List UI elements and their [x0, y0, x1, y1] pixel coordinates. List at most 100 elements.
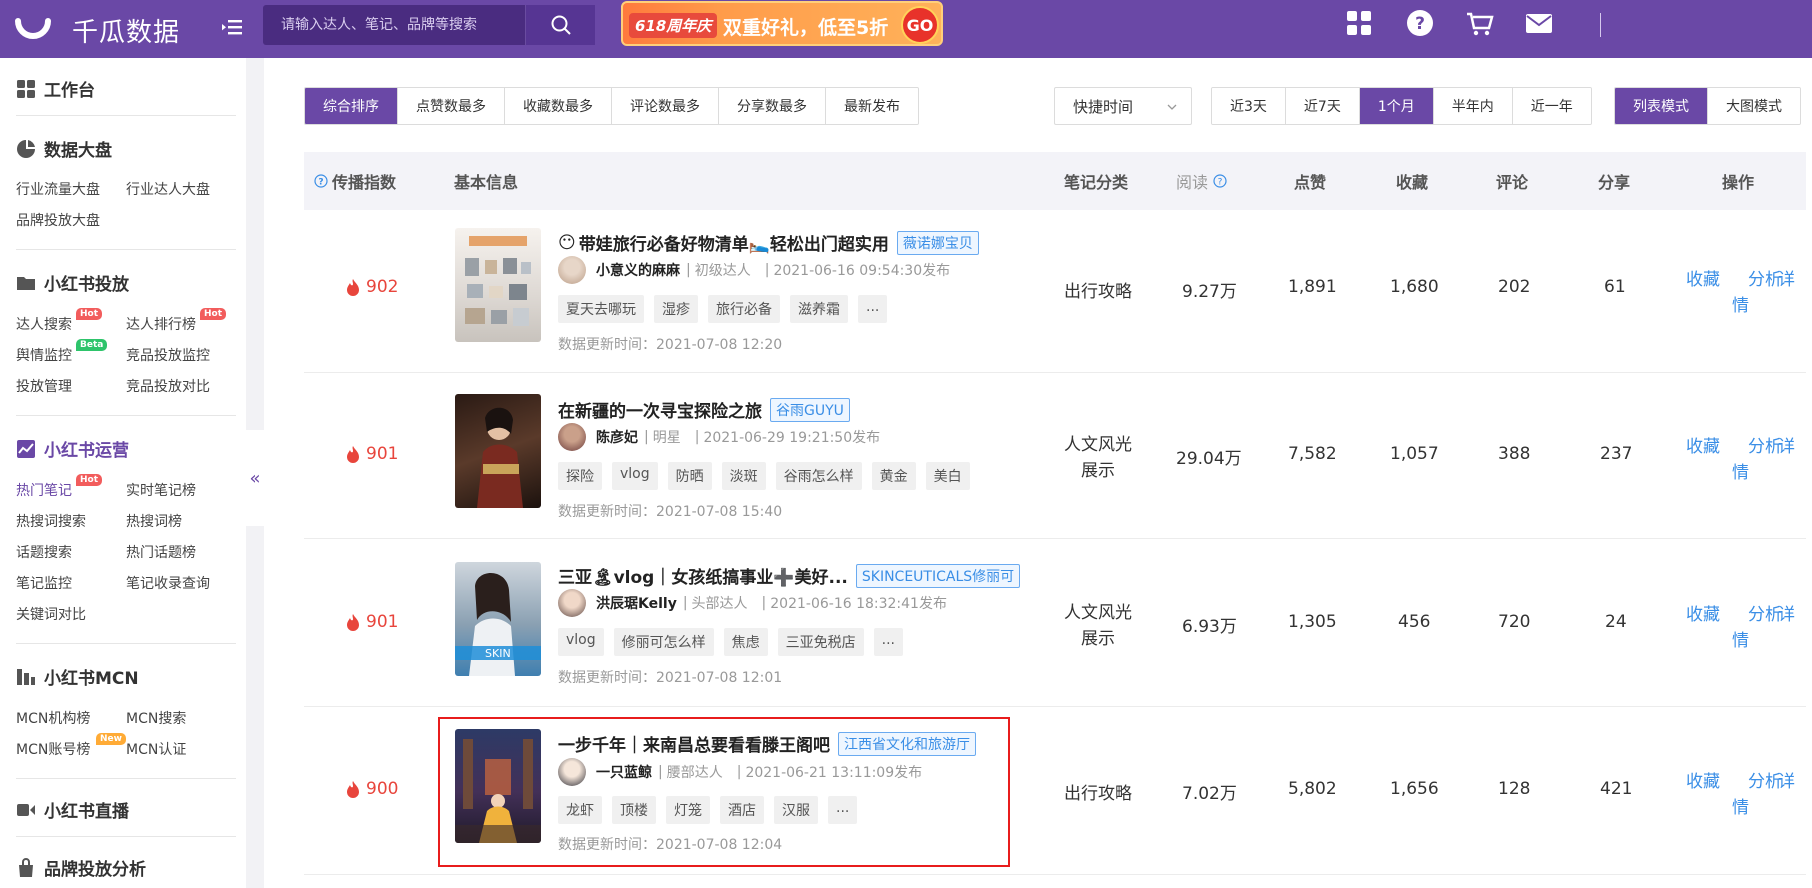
- detail-link[interactable]: 详: [1778, 600, 1795, 625]
- menu-toggle-icon[interactable]: [219, 14, 247, 42]
- sidebar-item-mcn-verify[interactable]: MCN认证: [126, 739, 186, 759]
- brand-tag[interactable]: SKINCEUTICALS修丽可: [855, 563, 1021, 588]
- sidebar-item-mcn-rank[interactable]: MCN机构榜: [16, 708, 90, 728]
- author-name[interactable]: 小意义的麻麻: [596, 260, 680, 280]
- sidebar-item-hot-search-rank[interactable]: 热搜词榜: [126, 511, 182, 531]
- sidebar-item-ad-manage[interactable]: 投放管理: [16, 376, 72, 396]
- brand-name[interactable]: 千瓜数据: [72, 12, 180, 49]
- tag[interactable]: 夏天去哪玩: [558, 295, 644, 323]
- detail-link-wrap[interactable]: 情: [1732, 793, 1749, 818]
- avatar[interactable]: [558, 256, 586, 284]
- note-title[interactable]: 在新疆的一次寻宝探险之旅 谷雨GUYU: [558, 397, 850, 422]
- note-thumbnail[interactable]: [455, 228, 541, 342]
- sidebar-collapse-button[interactable]: «: [246, 430, 264, 526]
- sidebar-item-keyword-compare[interactable]: 关键词对比: [16, 604, 86, 624]
- detail-link[interactable]: 详: [1778, 432, 1795, 457]
- note-title[interactable]: 三亚🏝vlog｜女孩纸搞事业➕美好... SKINCEUTICALS修丽可: [558, 563, 1021, 588]
- cart-icon[interactable]: [1465, 8, 1495, 38]
- sidebar-section-xhs-ops[interactable]: 小红书运营: [16, 436, 129, 461]
- favorite-link[interactable]: 收藏: [1686, 265, 1720, 290]
- detail-link-wrap[interactable]: 情: [1732, 458, 1749, 483]
- analyze-link[interactable]: 分析: [1748, 432, 1782, 457]
- sidebar-section-xhs-ads[interactable]: 小红书投放: [16, 270, 129, 295]
- mode-list[interactable]: 列表模式: [1615, 88, 1708, 124]
- tag[interactable]: 滋养霜: [790, 295, 848, 323]
- search-button[interactable]: [525, 5, 595, 45]
- promo-banner[interactable]: 618周年庆 双重好礼，低至5折 GO: [621, 1, 943, 46]
- tag[interactable]: 焦虑: [723, 628, 768, 656]
- favorite-link[interactable]: 收藏: [1686, 432, 1720, 457]
- sort-tab-likes[interactable]: 点赞数最多: [398, 88, 505, 124]
- sidebar-item-competitor-compare[interactable]: 竞品投放对比: [126, 376, 210, 396]
- sidebar-item-industry-traffic[interactable]: 行业流量大盘: [16, 179, 100, 199]
- tag[interactable]: 淡斑: [721, 462, 766, 490]
- detail-link[interactable]: 详: [1778, 265, 1795, 290]
- sidebar-section-xhs-live[interactable]: 小红书直播: [16, 797, 129, 822]
- logo-icon[interactable]: [14, 9, 52, 47]
- range-7days[interactable]: 近7天: [1285, 88, 1360, 124]
- tag[interactable]: 谷雨怎么样: [775, 462, 862, 490]
- sort-tab-comments[interactable]: 评论数最多: [612, 88, 719, 124]
- header-likes[interactable]: 点赞: [1294, 152, 1326, 210]
- tag[interactable]: 美白: [925, 462, 970, 490]
- sidebar-item-competitor-monitor[interactable]: 竞品投放监控: [126, 345, 210, 365]
- range-1month[interactable]: 1个月: [1359, 88, 1434, 124]
- tag[interactable]: vlog: [612, 462, 658, 490]
- header-spread-index[interactable]: ? 传播指数: [314, 152, 396, 210]
- search-input[interactable]: [263, 5, 523, 45]
- range-3days[interactable]: 近3天: [1212, 88, 1286, 124]
- help-circle-icon[interactable]: ?: [314, 174, 328, 188]
- range-1year[interactable]: 近一年: [1512, 88, 1591, 124]
- note-thumbnail[interactable]: SKIN: [455, 562, 541, 676]
- analyze-link[interactable]: 分析: [1748, 600, 1782, 625]
- note-thumbnail[interactable]: [455, 394, 541, 508]
- tag[interactable]: 修丽可怎么样: [613, 628, 714, 656]
- header-reads[interactable]: 阅读 ?: [1176, 152, 1227, 210]
- quick-time-select[interactable]: 快捷时间: [1054, 87, 1192, 125]
- sidebar-item-kol-search[interactable]: 达人搜索: [16, 314, 72, 334]
- author-name[interactable]: 洪辰琚Kelly: [596, 593, 677, 613]
- brand-tag[interactable]: 谷雨GUYU: [770, 397, 850, 422]
- sidebar-item-kol-rank[interactable]: 达人排行榜: [126, 314, 196, 334]
- tag[interactable]: 旅行必备: [708, 295, 780, 323]
- help-icon[interactable]: ?: [1405, 8, 1435, 38]
- detail-link-wrap[interactable]: 情: [1732, 626, 1749, 651]
- favorite-link[interactable]: 收藏: [1686, 767, 1720, 792]
- promo-go-button[interactable]: GO: [901, 6, 939, 44]
- apps-grid-icon[interactable]: [1344, 8, 1374, 38]
- sidebar-item-hot-search[interactable]: 热搜词搜索: [16, 511, 86, 531]
- note-title[interactable]: 😶 带娃旅行必备好物清单🛌轻松出门超实用 薇诺娜宝贝: [558, 230, 979, 255]
- tag-more[interactable]: ...: [873, 628, 903, 656]
- header-favs[interactable]: 收藏: [1396, 152, 1428, 210]
- sidebar-item-mcn-search[interactable]: MCN搜索: [126, 708, 186, 728]
- sidebar-item-hot-notes[interactable]: 热门笔记: [16, 480, 72, 500]
- header-comments[interactable]: 评论: [1496, 152, 1528, 210]
- sort-tab-default[interactable]: 综合排序: [305, 88, 398, 124]
- sidebar-section-xhs-mcn[interactable]: 小红书MCN: [16, 664, 139, 689]
- favorite-link[interactable]: 收藏: [1686, 600, 1720, 625]
- sidebar-item-mcn-accounts[interactable]: MCN账号榜: [16, 739, 90, 759]
- tag-more[interactable]: ...: [858, 295, 888, 323]
- sidebar-workbench[interactable]: 工作台: [16, 76, 95, 101]
- tag[interactable]: 三亚免税店: [777, 628, 864, 656]
- tag[interactable]: 湿疹: [654, 295, 698, 323]
- analyze-link[interactable]: 分析: [1748, 265, 1782, 290]
- tag[interactable]: vlog: [558, 628, 604, 656]
- detail-link[interactable]: 详: [1778, 767, 1795, 792]
- range-half-year[interactable]: 半年内: [1433, 88, 1513, 124]
- sidebar-item-topic-search[interactable]: 话题搜索: [16, 542, 72, 562]
- header-shares[interactable]: 分享: [1598, 152, 1630, 210]
- sort-tab-favs[interactable]: 收藏数最多: [505, 88, 612, 124]
- sort-tab-latest[interactable]: 最新发布: [826, 88, 918, 124]
- sidebar-item-brand-ads[interactable]: 品牌投放大盘: [16, 210, 100, 230]
- sidebar-item-hot-topics[interactable]: 热门话题榜: [126, 542, 196, 562]
- analyze-link[interactable]: 分析: [1748, 767, 1782, 792]
- tag[interactable]: 防晒: [667, 462, 712, 490]
- author-name[interactable]: 陈彦妃: [596, 427, 638, 447]
- avatar[interactable]: [558, 589, 586, 617]
- mode-grid[interactable]: 大图模式: [1708, 88, 1800, 124]
- sidebar-item-note-monitor[interactable]: 笔记监控: [16, 573, 72, 593]
- mail-icon[interactable]: [1524, 8, 1554, 38]
- sort-tab-shares[interactable]: 分享数最多: [719, 88, 826, 124]
- sidebar-item-industry-kol[interactable]: 行业达人大盘: [126, 179, 210, 199]
